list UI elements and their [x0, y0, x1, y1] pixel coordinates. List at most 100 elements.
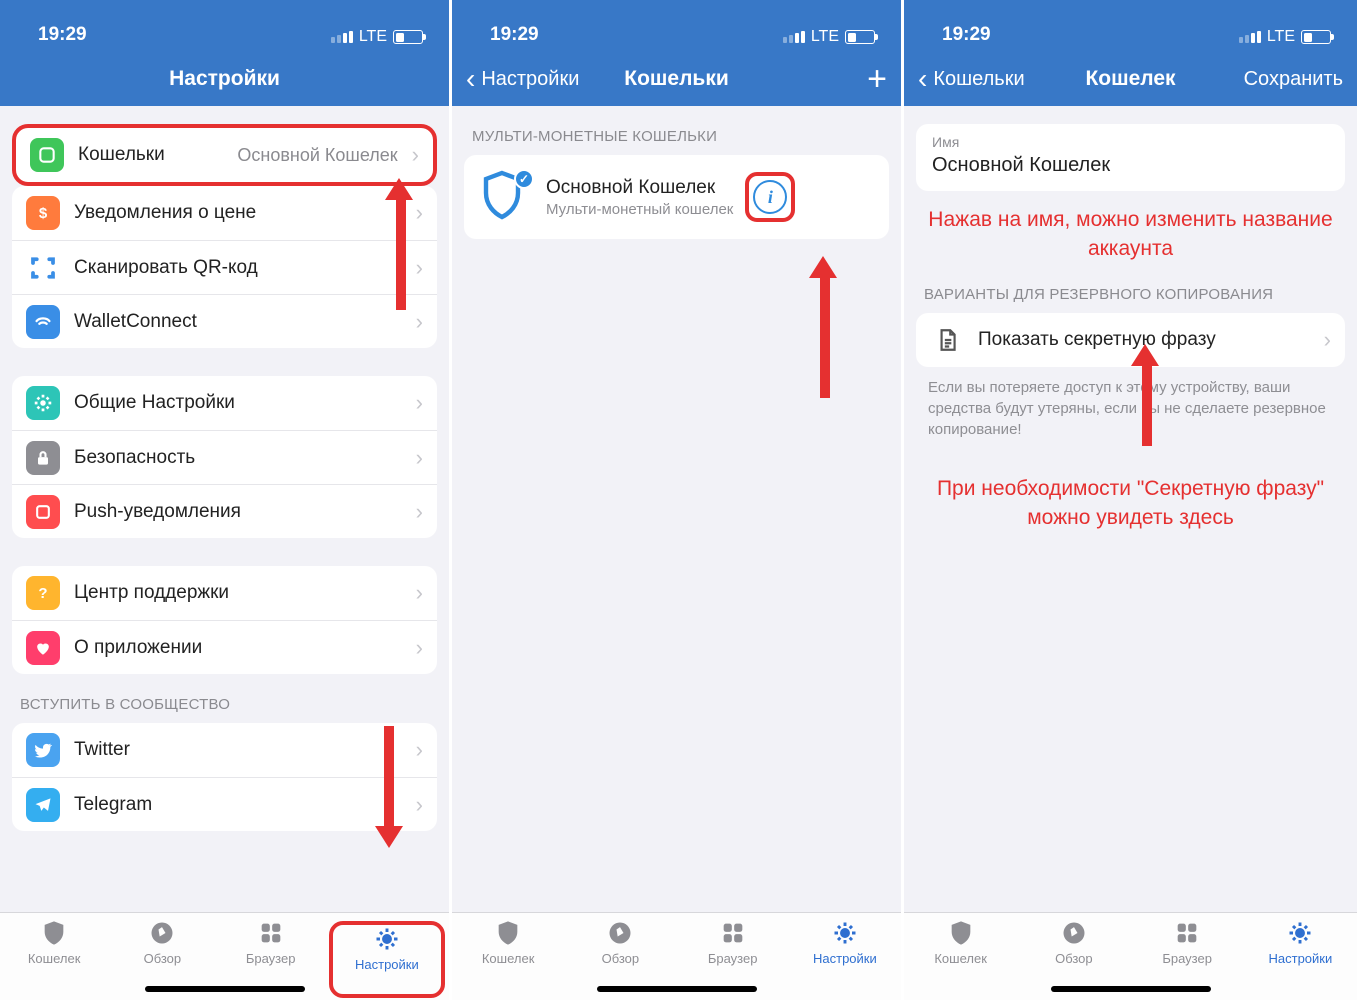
row-telegram[interactable]: Telegram › — [12, 777, 437, 831]
wallets-row[interactable]: Кошельки Основной Кошелек › — [12, 124, 437, 186]
price-alerts-icon: $ — [26, 196, 60, 230]
chevron-right-icon: › — [416, 309, 423, 335]
telegram-icon — [26, 788, 60, 822]
row-about[interactable]: О приложении › — [12, 620, 437, 674]
nav-bar: ‹ Кошельки Кошелек Сохранить — [904, 52, 1357, 106]
row-walletconnect[interactable]: WalletConnect › — [12, 294, 437, 348]
row-label: Telegram — [74, 794, 402, 816]
nav-back-button[interactable]: ‹ Кошельки — [918, 65, 1085, 93]
tab-label: Настройки — [355, 957, 419, 972]
tab-label: Браузер — [246, 951, 296, 966]
row-label: Сканировать QR-код — [74, 257, 402, 279]
wallets-icon — [30, 138, 64, 172]
gear-icon — [26, 386, 60, 420]
tab-label: Обзор — [1055, 951, 1093, 966]
row-general[interactable]: Общие Настройки › — [12, 376, 437, 430]
row-label: WalletConnect — [74, 311, 402, 333]
help-icon: ? — [26, 576, 60, 610]
tab-wallet[interactable]: Кошелек — [904, 919, 1017, 1000]
tab-wallet[interactable]: Кошелек — [452, 919, 564, 1000]
qr-icon — [26, 251, 60, 285]
chevron-right-icon: › — [1324, 327, 1331, 353]
tab-wallet[interactable]: Кошелек — [0, 919, 108, 1000]
battery-icon — [845, 30, 875, 44]
backup-footnote: Если вы потеряете доступ к этому устройс… — [904, 367, 1357, 440]
wallet-card[interactable]: ✓ Основной Кошелек Мульти-монетный кошел… — [464, 155, 889, 239]
row-twitter[interactable]: Twitter › — [12, 723, 437, 777]
carrier-label: LTE — [359, 28, 387, 46]
add-wallet-button[interactable]: + — [867, 62, 887, 96]
tab-label: Настройки — [813, 951, 877, 966]
carrier-label: LTE — [1267, 28, 1295, 46]
wallet-name-card[interactable]: Имя Основной Кошелек — [916, 124, 1345, 191]
battery-icon — [393, 30, 423, 44]
svg-text:?: ? — [38, 585, 47, 602]
community-header: ВСТУПИТЬ В СООБЩЕСТВО — [0, 674, 449, 723]
push-icon — [26, 495, 60, 529]
signal-icon — [1239, 31, 1261, 43]
chevron-right-icon: › — [416, 635, 423, 661]
chevron-right-icon: › — [416, 200, 423, 226]
screen-wallet-detail: 19:29 LTE ‹ Кошельки Кошелек Сохранить И… — [904, 0, 1357, 1000]
row-security[interactable]: Безопасность › — [12, 430, 437, 484]
status-bar: 19:29 LTE — [452, 0, 901, 52]
carrier-label: LTE — [811, 28, 839, 46]
chevron-right-icon: › — [416, 792, 423, 818]
svg-text:$: $ — [39, 205, 48, 222]
signal-icon — [331, 31, 353, 43]
nav-title: Настройки — [169, 67, 280, 91]
tab-label: Настройки — [1269, 951, 1333, 966]
row-label: Уведомления о цене — [74, 202, 402, 224]
save-button[interactable]: Сохранить — [1244, 68, 1343, 91]
annotation-text: При необходимости "Секретную фразу" можн… — [904, 460, 1357, 547]
annotation-arrow — [378, 726, 400, 848]
annotation-highlight: i — [745, 172, 795, 222]
wallet-title: Основной Кошелек — [546, 177, 733, 199]
row-label: Push-уведомления — [74, 501, 402, 523]
home-indicator — [1051, 986, 1211, 992]
nav-back-button[interactable]: ‹ Настройки — [466, 65, 624, 93]
nav-title: Кошельки — [624, 67, 729, 91]
row-label: Безопасность — [74, 447, 402, 469]
tab-settings[interactable]: Настройки — [329, 921, 445, 998]
row-price-alerts[interactable]: $ Уведомления о цене › — [12, 186, 437, 240]
tab-label: Браузер — [708, 951, 758, 966]
verified-icon: ✓ — [514, 169, 534, 189]
nav-bar: ‹ Настройки Кошельки + — [452, 52, 901, 106]
chevron-right-icon: › — [416, 390, 423, 416]
row-support[interactable]: ? Центр поддержки › — [12, 566, 437, 620]
nav-back-label: Кошельки — [933, 68, 1024, 91]
screen-wallets: 19:29 LTE ‹ Настройки Кошельки + МУЛЬТИ-… — [452, 0, 904, 1000]
tab-settings[interactable]: Настройки — [1244, 919, 1357, 1000]
chevron-right-icon: › — [416, 580, 423, 606]
home-indicator — [145, 986, 305, 992]
status-time: 19:29 — [38, 24, 87, 46]
wallet-info-button[interactable]: i — [753, 180, 787, 214]
row-scan-qr[interactable]: Сканировать QR-код › — [12, 240, 437, 294]
name-value: Основной Кошелек — [932, 154, 1329, 177]
tab-label: Обзор — [144, 951, 182, 966]
twitter-icon — [26, 733, 60, 767]
tab-label: Браузер — [1162, 951, 1212, 966]
status-time: 19:29 — [942, 24, 991, 46]
tab-label: Кошелек — [28, 951, 81, 966]
home-indicator — [597, 986, 757, 992]
row-label: О приложении — [74, 637, 402, 659]
name-label: Имя — [932, 134, 1329, 150]
nav-back-label: Настройки — [481, 68, 579, 91]
annotation-arrow — [388, 178, 413, 310]
heart-icon — [26, 631, 60, 665]
nav-bar: Настройки — [0, 52, 449, 106]
chevron-right-icon: › — [416, 445, 423, 471]
walletconnect-icon — [26, 305, 60, 339]
status-bar: 19:29 LTE — [904, 0, 1357, 52]
annotation-arrow — [812, 256, 837, 398]
chevron-right-icon: › — [416, 499, 423, 525]
chevron-right-icon: › — [416, 255, 423, 281]
row-label: Общие Настройки — [74, 392, 402, 414]
row-push[interactable]: Push-уведомления › — [12, 484, 437, 538]
chevron-left-icon: ‹ — [918, 65, 927, 93]
wallets-label: Кошельки — [78, 144, 223, 166]
annotation-arrow — [1134, 344, 1159, 446]
tab-settings[interactable]: Настройки — [789, 919, 901, 1000]
